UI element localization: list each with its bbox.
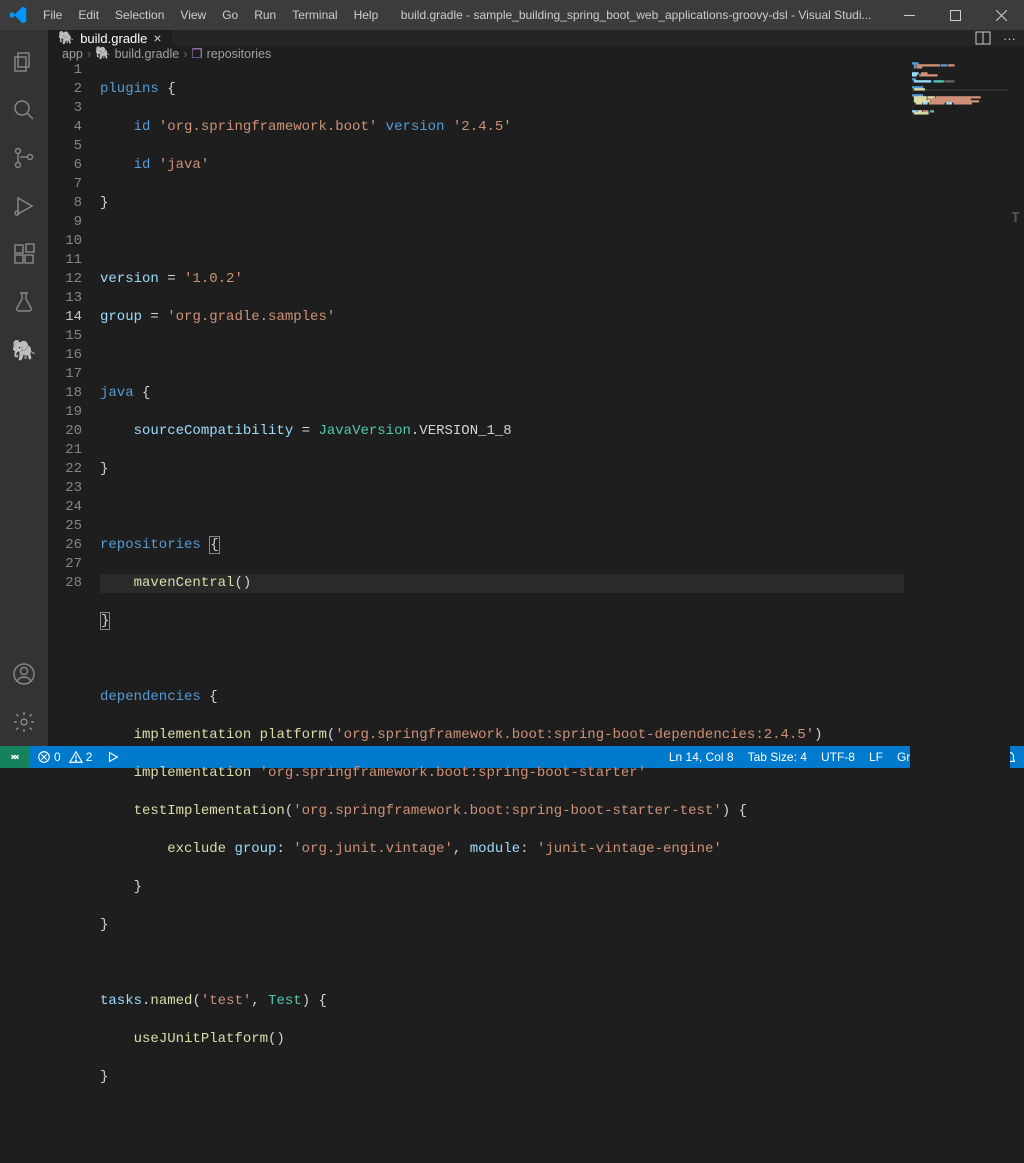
minimap[interactable]: ███████ { ██ ██████████████████████████ …	[910, 61, 1010, 1163]
vscode-icon	[0, 6, 35, 24]
title-bar: File Edit Selection View Go Run Terminal…	[0, 0, 1024, 30]
test-icon[interactable]	[0, 278, 48, 326]
extensions-icon[interactable]	[0, 230, 48, 278]
tab-build-gradle[interactable]: 🐘 build.gradle ×	[48, 30, 173, 46]
menu-view[interactable]: View	[172, 8, 214, 22]
split-editor-icon[interactable]	[975, 30, 991, 46]
tab-close-icon[interactable]: ×	[153, 30, 161, 46]
menu-terminal[interactable]: Terminal	[284, 8, 345, 22]
breadcrumbs[interactable]: app › 🐘 build.gradle › ❒ repositories	[48, 46, 1024, 61]
chevron-right-icon: ›	[183, 47, 187, 61]
breadcrumb-app[interactable]: app	[62, 47, 83, 61]
close-button[interactable]	[978, 0, 1024, 30]
menu-go[interactable]: Go	[214, 8, 246, 22]
symbol-namespace-icon: ❒	[191, 46, 202, 61]
editor-group: 🐘 build.gradle × ··· app › 🐘 build.gradl…	[48, 30, 1024, 746]
search-icon[interactable]	[0, 86, 48, 134]
minimize-button[interactable]	[886, 0, 932, 30]
gradle-icon[interactable]: 🐘	[0, 326, 48, 374]
settings-icon[interactable]	[0, 698, 48, 746]
menu-bar: File Edit Selection View Go Run Terminal…	[35, 8, 386, 22]
line-number-gutter: 1234567891011121314151617181920212223242…	[48, 61, 100, 1163]
window-title: build.gradle - sample_building_spring_bo…	[386, 8, 886, 22]
source-control-icon[interactable]	[0, 134, 48, 182]
menu-run[interactable]: Run	[246, 8, 284, 22]
menu-help[interactable]: Help	[346, 8, 387, 22]
gradle-file-icon: 🐘	[58, 30, 74, 46]
more-actions-icon[interactable]: ···	[1003, 31, 1016, 46]
editor[interactable]: 1234567891011121314151617181920212223242…	[48, 61, 1024, 1163]
explorer-icon[interactable]	[0, 38, 48, 86]
gradle-file-icon: 🐘	[95, 46, 111, 61]
breadcrumb-symbol[interactable]: repositories	[207, 47, 272, 61]
chevron-right-icon: ›	[87, 47, 91, 61]
menu-selection[interactable]: Selection	[107, 8, 172, 22]
maximize-button[interactable]	[932, 0, 978, 30]
window-controls	[886, 0, 1024, 30]
breadcrumb-file[interactable]: build.gradle	[115, 47, 180, 61]
accounts-icon[interactable]	[0, 650, 48, 698]
menu-edit[interactable]: Edit	[70, 8, 107, 22]
tab-bar: 🐘 build.gradle × ···	[48, 30, 1024, 46]
run-debug-icon[interactable]	[0, 182, 48, 230]
activity-bar: 🐘	[0, 30, 48, 746]
menu-file[interactable]: File	[35, 8, 70, 22]
code-content[interactable]: plugins { id 'org.springframework.boot' …	[100, 61, 1024, 1163]
tab-label: build.gradle	[80, 31, 147, 46]
overview-ruler-marker: T	[1011, 209, 1020, 228]
remote-indicator[interactable]	[0, 746, 30, 768]
